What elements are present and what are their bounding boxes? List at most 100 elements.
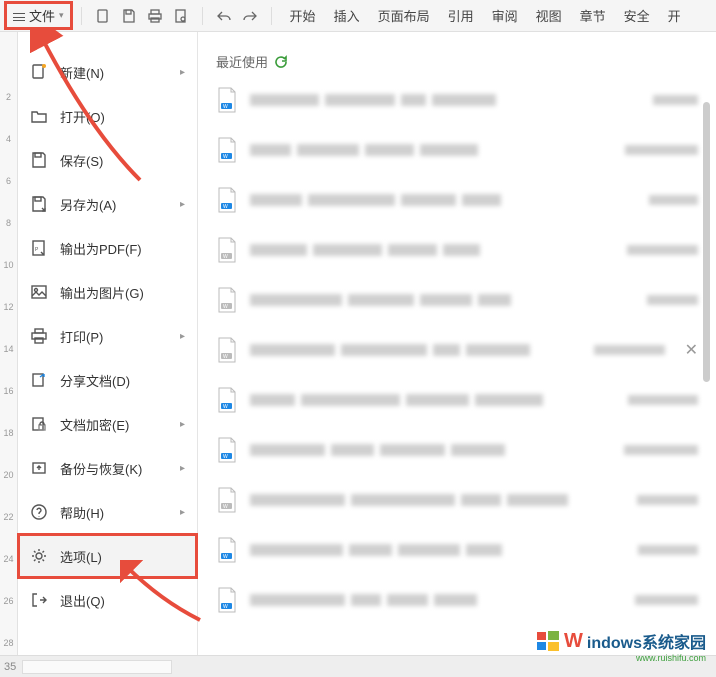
file-menu-panel: 新建(N) ▸ 打开(O) 保存(S) 另存为(A) ▸ P 输出为PDF(F) 输出为图片(G… [18,32,198,655]
recent-file-row[interactable]: W [216,187,698,213]
separator [81,7,82,25]
preview-icon[interactable] [172,7,190,25]
recent-file-row[interactable]: W [216,87,698,113]
menu-item-exit[interactable]: 退出(Q) [18,578,197,622]
file-meta-blurred [635,595,698,605]
tab-start[interactable]: 开始 [290,6,316,25]
recent-file-row[interactable]: W [216,437,698,463]
ruler-tick: 26 [3,596,13,606]
svg-text:W: W [223,104,228,110]
document-icon: W [216,137,238,163]
document-icon: W [216,237,238,263]
svg-text:W: W [223,204,228,210]
svg-text:W: W [223,304,228,310]
menu-item-pdf[interactable]: P 输出为PDF(F) [18,226,197,270]
menu-item-print[interactable]: 打印(P)▸ [18,314,197,358]
menu-item-new[interactable]: 新建(N) ▸ [18,50,197,94]
document-icon: W [216,287,238,313]
file-meta-blurred [624,445,698,455]
print-icon[interactable] [146,7,164,25]
scrollbar[interactable] [703,102,710,382]
svg-text:W: W [223,154,228,160]
menu-item-backup[interactable]: 备份与恢复(K)▸ [18,446,197,490]
file-meta-blurred [628,395,698,405]
file-meta-blurred [649,195,698,205]
recent-file-row[interactable]: W✕ [216,337,698,363]
chevron-right-icon: ▸ [180,67,185,78]
refresh-icon[interactable] [274,55,288,69]
tab-insert[interactable]: 插入 [334,6,360,25]
recent-file-row[interactable]: W [216,287,698,313]
file-name-blurred [250,94,496,106]
chevron-right-icon: ▸ [180,507,185,518]
ruler-tick: 20 [3,470,13,480]
file-name-blurred [250,594,477,606]
menu-item-image[interactable]: 输出为图片(G) [18,270,197,314]
status-bar: 35 [0,655,716,677]
tab-chapter[interactable]: 章节 [580,6,606,25]
recent-file-row[interactable]: W [216,137,698,163]
menu-item-options[interactable]: 选项(L) [18,534,197,578]
tab-review[interactable]: 审阅 [492,6,518,25]
menu-item-label: 新建(N) [60,63,104,82]
share-icon [30,371,48,389]
file-name-blurred [250,294,511,306]
undo-icon[interactable] [215,7,233,25]
file-meta-blurred [594,345,665,355]
file-meta-blurred [625,145,698,155]
new-doc-icon[interactable] [94,7,112,25]
document-icon: W [216,387,238,413]
menu-item-saveas[interactable]: 另存为(A) ▸ [18,182,197,226]
ruler-tick: 14 [3,344,13,354]
file-meta-blurred [647,295,698,305]
save-icon [30,151,48,169]
chevron-right-icon: ▸ [180,199,185,210]
tab-security[interactable]: 安全 [624,6,650,25]
file-name-blurred [250,394,543,406]
recent-file-row[interactable]: W [216,537,698,563]
ruler-tick: 22 [3,512,13,522]
close-icon[interactable]: ✕ [685,340,698,360]
chevron-right-icon: ▸ [180,331,185,342]
menu-item-label: 退出(Q) [60,591,105,610]
ruler-tick: 10 [3,260,13,270]
backup-icon [30,459,48,477]
top-toolbar: 文件 ▾ 开始 插入 页面布局 引用 审阅 视图 章节 安全 开 [0,0,716,32]
file-name-blurred [250,144,478,156]
recent-file-row[interactable]: W [216,587,698,613]
file-name-blurred [250,194,501,206]
menu-item-help[interactable]: 帮助(H)▸ [18,490,197,534]
redo-icon[interactable] [241,7,259,25]
menu-item-label: 打开(O) [60,107,105,126]
vertical-ruler: 246810121416182022242628 [0,32,18,655]
tab-layout[interactable]: 页面布局 [378,6,430,25]
file-menu-button[interactable]: 文件 ▾ [4,1,73,30]
menu-item-open[interactable]: 打开(O) [18,94,197,138]
print-icon [30,327,48,345]
image-icon [30,283,48,301]
save-icon[interactable] [120,7,138,25]
menu-item-save[interactable]: 保存(S) [18,138,197,182]
chevron-right-icon: ▸ [180,419,185,430]
document-icon: W [216,337,238,363]
svg-text:P: P [35,247,39,253]
tab-reference[interactable]: 引用 [448,6,474,25]
options-icon [30,547,48,565]
tab-view[interactable]: 视图 [536,6,562,25]
menu-item-label: 输出为PDF(F) [60,239,142,258]
separator [202,7,203,25]
svg-text:W: W [223,454,228,460]
menu-item-encrypt[interactable]: 文档加密(E)▸ [18,402,197,446]
ruler-tick: 4 [6,134,11,144]
file-meta-blurred [627,245,698,255]
watermark: W indows系统家园 www.ruishifu.com [536,629,706,653]
recent-file-row[interactable]: W [216,237,698,263]
menu-item-share[interactable]: 分享文档(D) [18,358,197,402]
recent-file-row[interactable]: W [216,387,698,413]
recent-file-row[interactable]: W [216,487,698,513]
ruler-tick: 2 [6,92,11,102]
menu-item-label: 另存为(A) [60,195,116,214]
tab-more[interactable]: 开 [668,6,681,25]
page-thumbnail [22,660,172,674]
separator [271,7,272,25]
